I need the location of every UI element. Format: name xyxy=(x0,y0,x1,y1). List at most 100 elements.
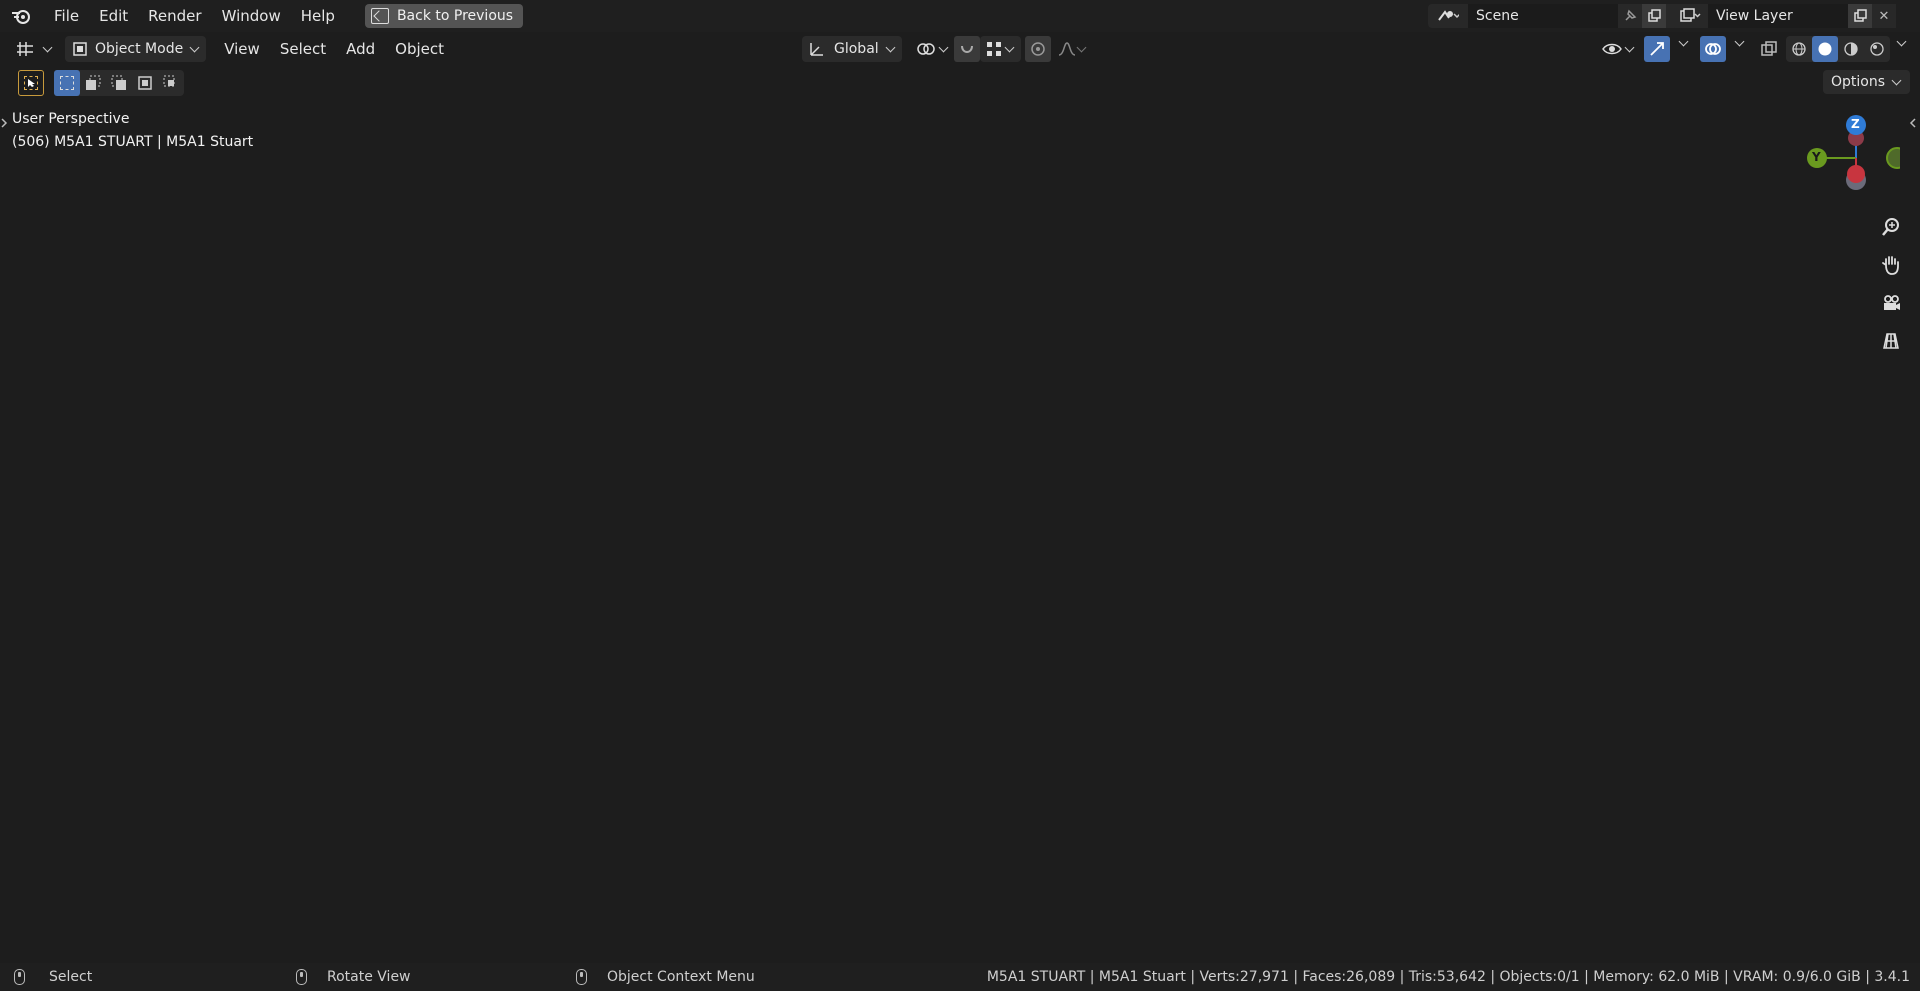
object-mode-icon xyxy=(73,42,87,56)
snap-target-dropdown[interactable] xyxy=(980,36,1021,62)
options-dropdown[interactable]: Options xyxy=(1822,70,1910,94)
pan-hand-icon[interactable] xyxy=(1876,250,1906,280)
wireframe-shading-icon[interactable] xyxy=(1786,36,1812,62)
chevron-down-icon xyxy=(189,42,200,52)
status-select-hint: Select xyxy=(14,969,92,985)
scene-browse-icon[interactable] xyxy=(1428,4,1468,28)
status-context-label: Object Context Menu xyxy=(607,969,755,985)
pivot-point-dropdown[interactable] xyxy=(910,36,955,62)
floor-grid xyxy=(0,32,1920,963)
chevron-down-icon xyxy=(1076,42,1087,52)
xray-toggle-icon[interactable] xyxy=(1756,36,1782,62)
status-rotate-label: Rotate View xyxy=(327,969,411,985)
shading-mode-group xyxy=(1786,36,1890,62)
status-context-hint: Object Context Menu xyxy=(576,969,755,985)
shading-chevron-icon[interactable] xyxy=(1896,36,1907,47)
mode-label: Object Mode xyxy=(95,41,184,57)
rendered-shading-icon[interactable] xyxy=(1864,36,1890,62)
select-extend-icon[interactable] xyxy=(80,70,106,96)
show-gizmo-icon[interactable] xyxy=(1644,36,1670,62)
eye-icon xyxy=(1602,43,1622,55)
camera-view-icon[interactable] xyxy=(1876,288,1906,318)
editor-type-icon xyxy=(17,42,33,56)
back-label: Back to Previous xyxy=(396,8,514,24)
status-select-label: Select xyxy=(49,969,93,985)
transform-orientation-dropdown[interactable]: Global xyxy=(802,36,902,62)
sidebar-expand-icon[interactable] xyxy=(1908,116,1918,130)
grid-snap-icon xyxy=(987,42,1001,56)
menu-window[interactable]: Window xyxy=(212,3,291,29)
pivot-icon xyxy=(917,43,935,55)
chevron-down-icon xyxy=(885,42,896,52)
orientation-icon xyxy=(810,43,823,56)
scene-statistics: M5A1 STUART | M5A1 Stuart | Verts:27,971… xyxy=(986,969,1910,985)
menu-add[interactable]: Add xyxy=(336,36,385,62)
view-layer-browse-icon[interactable] xyxy=(1672,4,1708,28)
new-view-layer-icon[interactable] xyxy=(1848,4,1872,28)
back-icon xyxy=(370,8,389,24)
mouse-left-icon xyxy=(14,969,25,985)
3d-viewport[interactable] xyxy=(0,32,1920,963)
mouse-middle-icon xyxy=(296,969,307,985)
mouse-right-icon xyxy=(576,969,587,985)
editor-type-dropdown[interactable] xyxy=(10,36,59,62)
view-layer-name-field[interactable]: View Layer xyxy=(1708,4,1848,28)
status-rotate-hint: Rotate View xyxy=(296,969,411,985)
solid-shading-icon[interactable] xyxy=(1812,36,1838,62)
select-tool-icon[interactable] xyxy=(18,70,44,96)
ortho-toggle-icon[interactable] xyxy=(1876,326,1906,356)
x-axis-line xyxy=(927,96,941,963)
object-mode-dropdown[interactable]: Object Mode xyxy=(65,36,207,62)
viewport-scene xyxy=(0,32,1920,963)
select-new-icon[interactable] xyxy=(54,70,80,96)
chevron-down-icon xyxy=(1004,42,1015,52)
delete-view-layer-icon[interactable]: ✕ xyxy=(1872,4,1896,28)
chevron-down-icon xyxy=(1891,75,1902,85)
perspective-label: User Perspective xyxy=(12,111,130,127)
view-layer-selector: View Layer ✕ xyxy=(1672,4,1896,28)
menu-select[interactable]: Select xyxy=(270,36,336,62)
toolbar-expand-icon[interactable] xyxy=(0,116,8,130)
chevron-down-icon xyxy=(1624,42,1635,52)
navigation-gizmo[interactable]: Z Y xyxy=(1800,110,1908,210)
select-intersect-icon[interactable] xyxy=(158,70,184,96)
top-menu-bar: File Edit Render Window Help Back to Pre… xyxy=(0,0,1920,32)
zoom-icon[interactable] xyxy=(1876,212,1906,242)
material-shading-icon[interactable] xyxy=(1838,36,1864,62)
3d-cursor xyxy=(910,712,946,748)
chevron-down-icon xyxy=(42,42,53,52)
back-to-previous-button[interactable]: Back to Previous xyxy=(364,4,524,28)
tank-model xyxy=(370,226,1405,847)
status-bar: Select Rotate View Object Context Menu M… xyxy=(0,963,1920,991)
select-invert-icon[interactable] xyxy=(132,70,158,96)
visibility-dropdown[interactable] xyxy=(1596,36,1641,62)
viewport-info-overlay: User Perspective (506) M5A1 STUART | M5A… xyxy=(12,108,253,154)
tool-settings-row xyxy=(0,66,1920,100)
menu-object[interactable]: Object xyxy=(385,36,454,62)
new-scene-icon[interactable] xyxy=(1642,4,1666,28)
menu-file[interactable]: File xyxy=(44,3,89,29)
pin-scene-icon[interactable] xyxy=(1618,4,1642,28)
falloff-dropdown[interactable] xyxy=(1052,36,1093,62)
y-axis-line xyxy=(0,692,1920,703)
proportional-editing-icon[interactable] xyxy=(1025,36,1051,62)
select-subtract-icon[interactable] xyxy=(106,70,132,96)
menu-help[interactable]: Help xyxy=(291,3,345,29)
selection-mode-group xyxy=(54,70,184,96)
viewport-header: Object Mode View Select Add Object Globa… xyxy=(0,32,1920,66)
blender-logo-icon[interactable] xyxy=(10,5,32,27)
menu-edit[interactable]: Edit xyxy=(89,3,138,29)
gizmo-chevron-icon[interactable] xyxy=(1678,36,1689,47)
chevron-down-icon xyxy=(938,42,949,52)
menu-view[interactable]: View xyxy=(214,36,270,62)
snap-toggle-icon[interactable] xyxy=(954,36,980,62)
falloff-curve-icon xyxy=(1058,42,1076,56)
menu-render[interactable]: Render xyxy=(138,3,211,29)
show-overlays-icon[interactable] xyxy=(1700,36,1726,62)
z-axis-line xyxy=(919,96,933,963)
options-label: Options xyxy=(1830,74,1885,90)
overlays-chevron-icon[interactable] xyxy=(1734,36,1745,47)
gizmo-y-label: Y xyxy=(1812,150,1821,164)
orientation-label: Global xyxy=(834,41,879,57)
scene-name-field[interactable]: Scene xyxy=(1468,4,1618,28)
